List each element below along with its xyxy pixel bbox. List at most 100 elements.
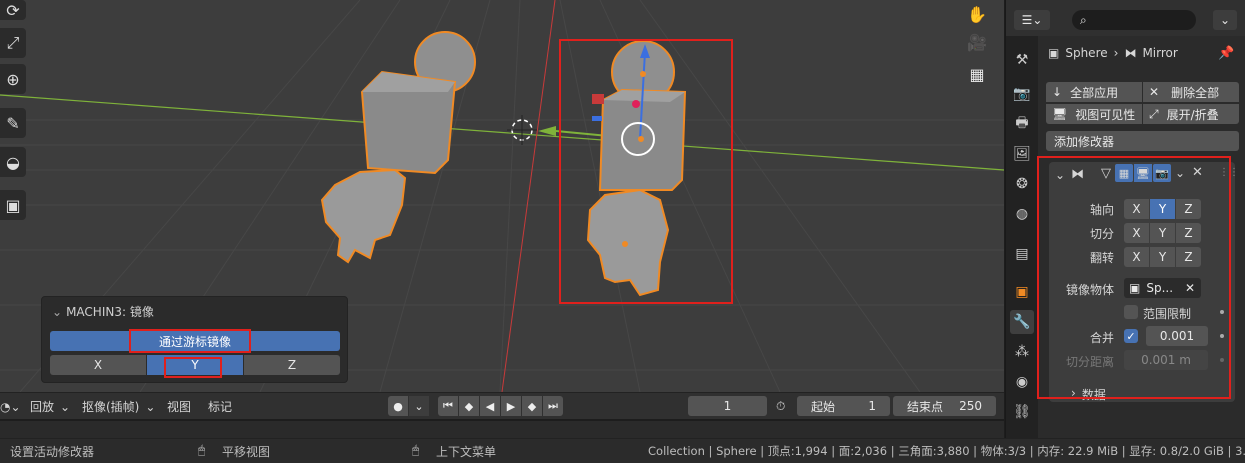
mirror-by-cursor-button[interactable]: 通过游标镜像 — [50, 331, 340, 351]
scene-tab-icon[interactable]: ❂ — [1010, 172, 1034, 196]
constraints-tab-icon[interactable]: ⛓ — [1010, 400, 1034, 424]
mirror-axis-x[interactable]: X — [1124, 199, 1149, 219]
particles-tab-icon[interactable]: ⁂ — [1010, 340, 1034, 364]
view-layer-tab-icon[interactable]: 🖼 — [1010, 142, 1034, 166]
edit-mode-cage-icon[interactable]: ▽ — [1101, 166, 1111, 181]
measure-icon[interactable]: ◒ — [0, 147, 26, 177]
flip-z[interactable]: Z — [1176, 247, 1201, 267]
mirror-axis-z[interactable]: Z — [1176, 199, 1201, 219]
jump-start-icon[interactable]: ⏮ — [438, 396, 458, 416]
prev-keyframe-icon[interactable]: ◆ — [459, 396, 479, 416]
expand-collapse-label: 展开/折叠 — [1166, 107, 1219, 122]
view-menu[interactable]: 视图 — [167, 397, 191, 416]
collapse-chevron-icon[interactable]: ⌄ — [1055, 168, 1065, 182]
keying-set-icon[interactable]: ⌄ — [409, 396, 429, 416]
flip-y-label: Y — [1158, 250, 1167, 264]
mirror-axis-y-label: Y — [1158, 202, 1167, 216]
viewport-visibility-button[interactable]: 🖥 视图可见性 — [1046, 104, 1142, 124]
edit-mode-icon[interactable]: ▦ — [1115, 164, 1133, 182]
transform-icon[interactable]: ⊕ — [0, 64, 26, 94]
render-display-icon[interactable]: 📷 — [1153, 164, 1171, 182]
gizmo-yz-plane[interactable] — [592, 116, 602, 121]
start-frame-field[interactable]: 起始 1 — [797, 396, 890, 416]
modifier-dropdown-icon[interactable]: ⌄ — [1175, 166, 1185, 180]
pin-icon[interactable]: 📌 — [1218, 46, 1234, 61]
delete-all-button[interactable]: ✕ 删除全部 — [1143, 82, 1239, 102]
end-frame-value: 250 — [959, 399, 982, 413]
bisect-distance-field[interactable]: 0.001 m — [1124, 350, 1208, 370]
timeline-ruler[interactable] — [0, 420, 1004, 438]
gizmo-x-handle[interactable] — [632, 100, 640, 108]
merge-checkbox[interactable]: ✓ — [1124, 329, 1138, 343]
gizmo-xz-plane[interactable] — [592, 94, 604, 104]
modifier-tab-icon[interactable]: 🔧 — [1010, 310, 1034, 334]
end-frame-field[interactable]: 结束点 250 — [893, 396, 996, 416]
hand-icon[interactable]: ✋ — [963, 0, 991, 28]
apply-all-label: 全部应用 — [1070, 85, 1119, 100]
data-subpanel-header[interactable]: › 数据 — [1071, 386, 1106, 403]
object-tab-icon[interactable]: ▣ — [1010, 280, 1034, 304]
viewport-display-icon[interactable]: 🖥 — [1134, 164, 1152, 182]
editor-type-button[interactable]: ☰⌄ — [1014, 10, 1050, 30]
expand-collapse-button[interactable]: ⤢ 展开/折叠 — [1143, 104, 1239, 124]
options-dropdown[interactable]: ⌄ — [1213, 10, 1237, 30]
collection-tab-icon[interactable]: ▤ — [1010, 242, 1034, 266]
output-tab-icon[interactable]: 🖶 — [1010, 112, 1034, 136]
axis-y-button[interactable]: Y — [147, 355, 243, 375]
editor-type-icon[interactable]: ◔⌄ — [0, 397, 21, 416]
render-tab-icon[interactable]: 📷 — [1010, 82, 1034, 106]
merge-distance-field[interactable]: 0.001 — [1146, 326, 1208, 346]
animate-dot-icon[interactable] — [1220, 310, 1224, 314]
world-tab-icon[interactable]: ◍ — [1010, 202, 1034, 226]
next-keyframe-icon[interactable]: ◆ — [522, 396, 542, 416]
breadcrumb-object: Sphere — [1065, 46, 1108, 60]
current-frame-field[interactable]: 1 — [688, 396, 767, 416]
monkey-left[interactable] — [320, 168, 407, 264]
search-input[interactable]: ⌕ — [1072, 10, 1196, 30]
physics-tab-icon[interactable]: ◉ — [1010, 370, 1034, 394]
flip-y[interactable]: Y — [1150, 247, 1175, 267]
stopwatch-icon[interactable]: ⏱ — [776, 397, 785, 416]
animate-dot-icon[interactable] — [1220, 334, 1224, 338]
annotate-icon[interactable]: ✎ — [0, 108, 26, 138]
drag-handle-icon[interactable]: ⋮⋮ — [1219, 167, 1239, 178]
clear-icon[interactable]: ✕ — [1185, 281, 1195, 295]
mouse-middle-icon: 🖱 — [198, 443, 206, 457]
animate-dot-icon[interactable] — [1220, 358, 1224, 362]
chevron-right-icon: › — [1071, 386, 1076, 400]
operator-title[interactable]: ⌄ MACHIN3: 镜像 — [52, 303, 154, 320]
chevron-right-icon: › — [1113, 46, 1119, 60]
tool-tab-icon[interactable]: ⚒ — [1010, 48, 1034, 72]
rotate-icon[interactable]: ⟳ — [0, 0, 26, 20]
play-icon[interactable]: ▶ — [501, 396, 521, 416]
bisect-x-label: X — [1132, 226, 1141, 240]
axis-z-button[interactable]: Z — [244, 355, 340, 375]
3d-viewport[interactable]: ⟳ ⤢ ⊕ ✎ ◒ ▣ ✋ 🎥 ▦ ⌄ MACHIN3: 镜像 通过游标镜像 X … — [0, 0, 1004, 392]
play-reverse-icon[interactable]: ◀ — [480, 396, 500, 416]
add-modifier-button[interactable]: 添加修改器 — [1046, 131, 1239, 151]
record-icon[interactable]: ● — [388, 396, 408, 416]
marker-menu[interactable]: 标记 — [208, 397, 232, 416]
bisect-y[interactable]: Y — [1150, 223, 1175, 243]
mirror-axis-y[interactable]: Y — [1150, 199, 1175, 219]
apply-all-button[interactable]: ↓ 全部应用 — [1046, 82, 1142, 102]
chevron-down-icon[interactable]: ⌄ — [52, 305, 62, 319]
mirror-modifier-panel: ⌄ ⧓ ▽ ▦ 🖥 📷 ⌄ ✕ ⋮⋮ 轴向 X Y Z 切分 X Y Z 翻转 … — [1049, 162, 1239, 403]
mirror-object-field[interactable]: ▣ Sp... ✕ — [1124, 278, 1201, 298]
flip-x[interactable]: X — [1124, 247, 1149, 267]
remove-modifier-icon[interactable]: ✕ — [1192, 165, 1203, 180]
bisect-x[interactable]: X — [1124, 223, 1149, 243]
clipping-checkbox[interactable] — [1124, 305, 1138, 319]
gizmo-y-arrow[interactable] — [538, 126, 556, 136]
scale-icon[interactable]: ⤢ — [0, 28, 26, 58]
playback-menu[interactable]: 回放 ⌄ — [30, 397, 70, 416]
grid-icon[interactable]: ▦ — [963, 60, 991, 88]
keying-menu[interactable]: 抠像(插帧) ⌄ — [82, 397, 155, 416]
camera-icon[interactable]: 🎥 — [963, 28, 991, 56]
axis-x-button[interactable]: X — [50, 355, 146, 375]
monkey-right[interactable] — [586, 188, 670, 297]
download-icon: ↓ — [1052, 85, 1063, 99]
add-cube-icon[interactable]: ▣ — [0, 190, 26, 220]
jump-end-icon[interactable]: ⏭ — [543, 396, 563, 416]
bisect-z[interactable]: Z — [1176, 223, 1201, 243]
